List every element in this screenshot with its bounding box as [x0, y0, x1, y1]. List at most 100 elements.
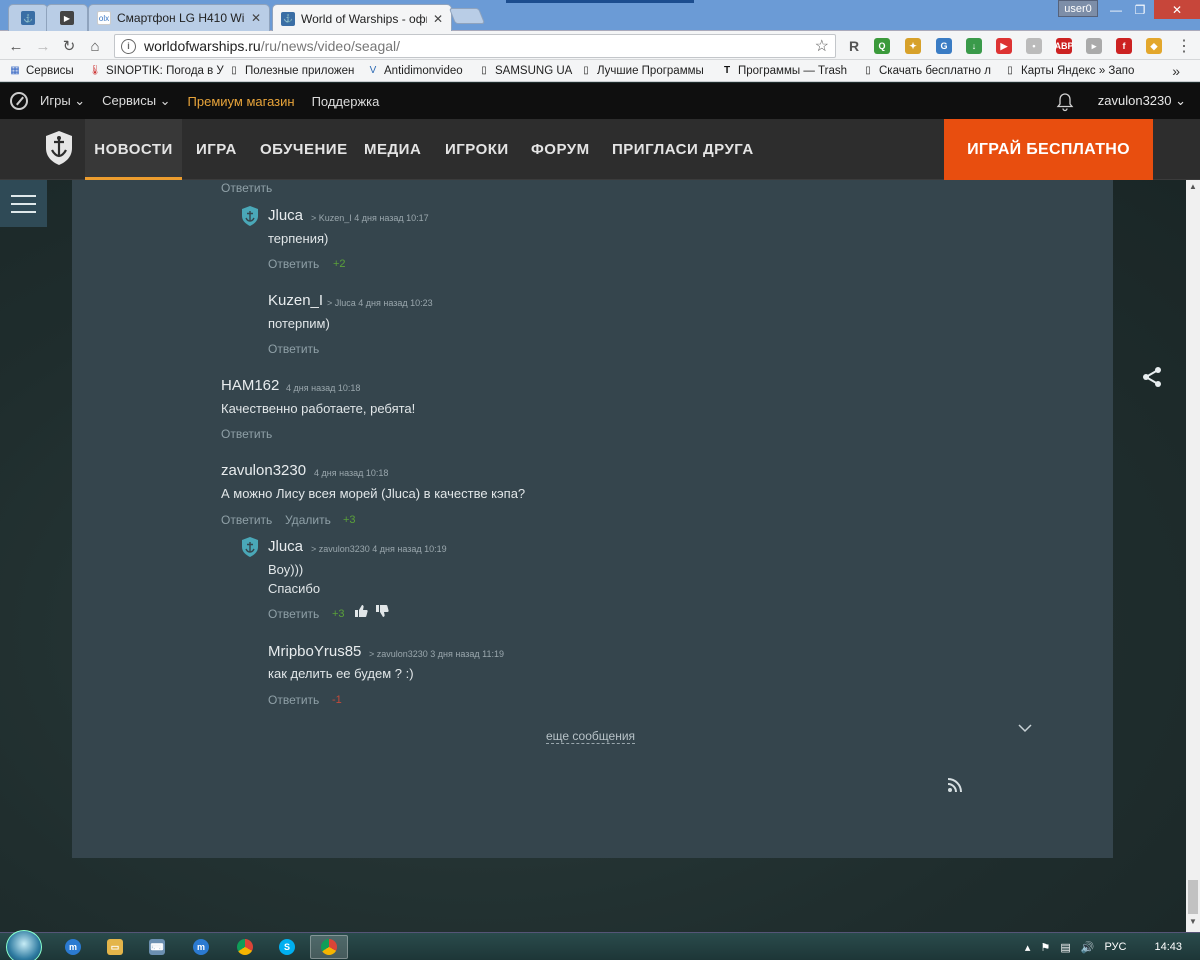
games-menu[interactable]: Игры ⌄	[40, 93, 85, 109]
new-tab-button[interactable]	[448, 8, 486, 24]
thumbs-up-icon[interactable]	[354, 604, 368, 618]
reply-link[interactable]: Ответить	[268, 257, 319, 271]
download-extension-icon[interactable]: ↓	[966, 38, 982, 54]
scroll-up-arrow-icon[interactable]: ▲	[1186, 182, 1200, 194]
nav-learning[interactable]: ОБУЧЕНИЕ	[260, 119, 348, 180]
share-icon[interactable]	[1140, 365, 1164, 389]
comment-author[interactable]: MripboYrus85	[268, 643, 361, 660]
bookmark-item[interactable]: ▯ Лучшие Программы	[580, 65, 721, 77]
address-bar[interactable]: i worldofwarships.ru/ru/news/video/seaga…	[114, 34, 836, 58]
bookmarks-overflow-icon[interactable]: »	[1172, 63, 1180, 79]
browser-tab-warships-pinned[interactable]: ⚓	[8, 4, 48, 31]
reply-link[interactable]: Ответить	[268, 607, 319, 621]
reload-icon[interactable]: ↻	[59, 36, 79, 56]
taskbar-app[interactable]	[226, 935, 264, 959]
close-tab-icon[interactable]: ✕	[433, 12, 443, 26]
scroll-down-arrow-icon[interactable]: ▼	[1186, 917, 1200, 929]
hamburger-menu-icon[interactable]	[0, 180, 47, 227]
address-url[interactable]: worldofwarships.ru/ru/news/video/seagal/	[144, 38, 815, 54]
nav-news[interactable]: НОВОСТИ	[85, 119, 182, 180]
taskbar-app[interactable]: S	[268, 935, 306, 959]
taskbar-app-active[interactable]	[310, 935, 348, 959]
r-extension-icon[interactable]: R	[846, 38, 862, 54]
services-menu[interactable]: Сервисы ⌄	[102, 93, 170, 109]
delete-link[interactable]: Удалить	[285, 513, 331, 527]
olx-icon: olx	[97, 11, 111, 25]
thumbs-down-icon[interactable]	[375, 604, 389, 618]
record-extension-icon[interactable]: ▶	[996, 38, 1012, 54]
comment-author[interactable]: Jluca	[268, 207, 303, 224]
rss-feed-icon[interactable]	[947, 777, 963, 793]
back-arrow-icon[interactable]: ←	[6, 36, 26, 56]
nav-players[interactable]: ИГРОКИ	[445, 119, 509, 180]
q-extension-icon[interactable]: Q	[874, 38, 890, 54]
nav-invite-friend[interactable]: ПРИГЛАСИ ДРУГА	[612, 119, 754, 180]
start-button[interactable]	[6, 930, 42, 960]
maximize-button[interactable]: ❐	[1128, 0, 1152, 19]
forward-arrow-icon[interactable]: →	[33, 36, 53, 56]
chevron-down-icon[interactable]	[1018, 722, 1032, 734]
world-of-warships-logo-icon[interactable]	[44, 130, 74, 166]
keyboard-language[interactable]: РУС	[1104, 941, 1126, 953]
reply-link[interactable]: Ответить	[221, 513, 272, 527]
flash-extension-icon[interactable]: f	[1116, 38, 1132, 54]
browser-profile-chip[interactable]: user0	[1058, 0, 1098, 17]
info-icon[interactable]: i	[121, 38, 136, 54]
bookmark-item[interactable]: ▯ Полезные приложен	[228, 65, 367, 77]
video-tab-icon: ▶	[60, 11, 74, 25]
play-free-button[interactable]: ИГРАЙ БЕСПЛАТНО	[944, 119, 1153, 180]
nav-media[interactable]: МЕДИА	[364, 119, 421, 180]
comment-author[interactable]: Kuzen_I	[268, 292, 323, 309]
minimize-button[interactable]: —	[1104, 0, 1128, 19]
comment-author[interactable]: zavulon3230	[221, 462, 306, 479]
colorful-extension-icon[interactable]: ◆	[1146, 38, 1162, 54]
bookmark-label: Программы — Trash	[738, 64, 847, 77]
comment-author[interactable]: HAM162	[221, 377, 279, 394]
more-messages-link[interactable]: еще сообщения	[546, 729, 636, 744]
bookmark-item[interactable]: ▯ SAMSUNG UA	[478, 65, 580, 77]
comment-author[interactable]: Jluca	[268, 538, 303, 555]
tab-title: Смартфон LG H410 Wine	[117, 11, 245, 25]
adblock-extension-icon[interactable]: ABP	[1055, 38, 1074, 54]
bookmark-item[interactable]: ▦ Сервисы	[9, 65, 89, 77]
clock[interactable]: 14:43	[1154, 941, 1182, 953]
browser-tab-olx[interactable]: olx Смартфон LG H410 Wine ✕	[88, 4, 270, 31]
flag-icon[interactable]: ⚑	[1040, 941, 1050, 954]
nav-game[interactable]: ИГРА	[196, 119, 237, 180]
reply-link[interactable]: Ответить	[268, 693, 319, 707]
taskbar-app[interactable]: m	[182, 935, 220, 959]
home-icon[interactable]: ⌂	[85, 36, 105, 56]
premium-shop-link[interactable]: Премиум магазин	[188, 94, 295, 109]
reply-link[interactable]: Ответить	[221, 427, 272, 441]
volume-icon[interactable]: 🔊	[1081, 941, 1095, 954]
close-tab-icon[interactable]: ✕	[251, 11, 261, 25]
bookmark-star-icon[interactable]: ☆	[815, 36, 829, 56]
bookmark-item[interactable]: V Antidimonvideo	[367, 65, 478, 77]
bookmark-item[interactable]: T Программы — Trash	[721, 65, 862, 77]
user-account-menu[interactable]: zavulon3230 ⌄	[1098, 93, 1186, 109]
network-icon[interactable]: ▤	[1060, 941, 1070, 954]
reply-link[interactable]: Ответить	[221, 181, 272, 195]
browser-menu-icon[interactable]: ⋮	[1174, 36, 1194, 56]
browser-tab-warships-active[interactable]: ⚓ World of Warships - офи ✕	[272, 4, 452, 32]
scrollbar-thumb[interactable]	[1188, 880, 1198, 914]
notification-bell-icon[interactable]	[1056, 92, 1074, 112]
taskbar-app[interactable]: m	[54, 935, 92, 959]
browser-tab-video[interactable]: ▶	[46, 4, 88, 31]
taskbar-app[interactable]: ⌨	[138, 935, 176, 959]
translate-extension-icon[interactable]: G	[936, 38, 952, 54]
bookmark-item[interactable]: 🌡 SINOPTIK: Погода в У	[89, 65, 228, 77]
bookmark-item[interactable]: ▯ Карты Яндекс » Запо	[1004, 65, 1134, 77]
page-scrollbar[interactable]	[1186, 180, 1200, 932]
page-extension-icon[interactable]: ▸	[1086, 38, 1102, 54]
tray-expand-icon[interactable]: ▴	[1025, 941, 1031, 954]
tool-extension-icon[interactable]: ✦	[905, 38, 921, 54]
close-window-button[interactable]: ✕	[1154, 0, 1200, 19]
disabled-extension-icon[interactable]: •	[1026, 38, 1042, 54]
bookmark-item[interactable]: ▯ Скачать бесплатно л	[862, 65, 1004, 77]
support-link[interactable]: Поддержка	[312, 94, 380, 109]
wargaming-logo-icon[interactable]	[10, 92, 28, 110]
taskbar-app[interactable]: ▭	[96, 935, 134, 959]
nav-forum[interactable]: ФОРУМ	[531, 119, 590, 180]
reply-link[interactable]: Ответить	[268, 342, 319, 356]
